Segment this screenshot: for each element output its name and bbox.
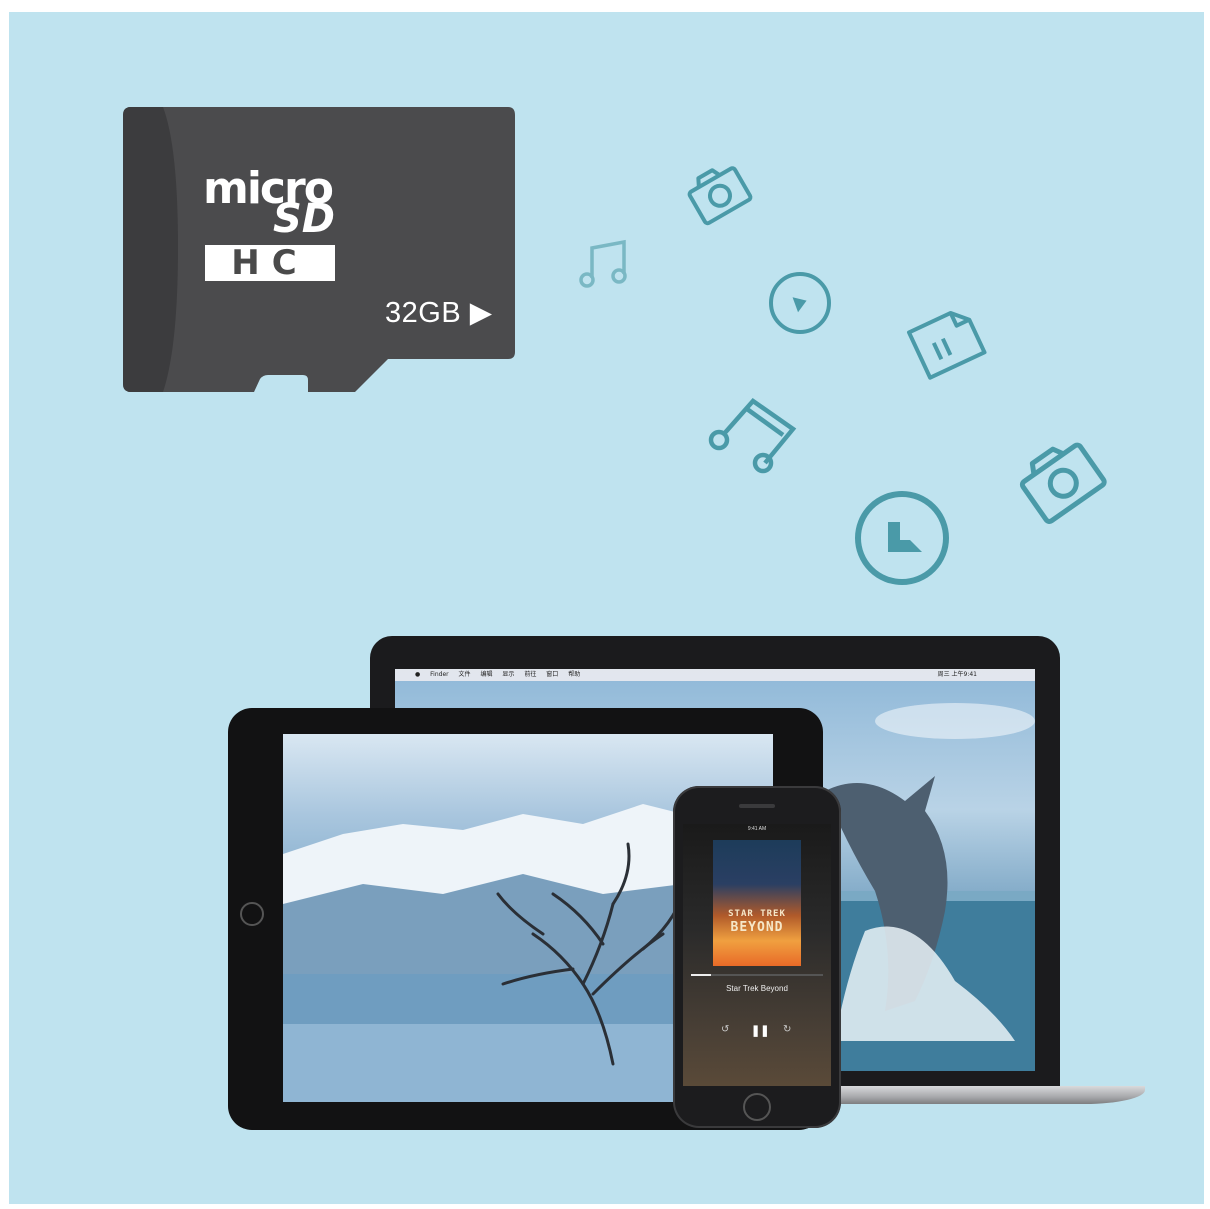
playback-progress-fill xyxy=(691,974,711,976)
album-art: STAR TREK BEYOND xyxy=(713,840,801,966)
music-note-icon xyxy=(578,238,634,292)
phone-status-time: 9:41 AM xyxy=(747,826,767,832)
play-icon xyxy=(767,270,833,336)
document-icon xyxy=(898,300,993,382)
pause-icon[interactable]: ❚❚ xyxy=(751,1024,769,1037)
album-title: STAR TREK BEYOND xyxy=(728,909,786,935)
microsd-logo-hc: HC xyxy=(205,245,335,281)
card-capacity: 32GB ▶ xyxy=(385,297,493,329)
playback-progress[interactable] xyxy=(691,974,823,976)
play-triangle-icon: ▶ xyxy=(469,297,493,329)
music-notes-icon xyxy=(703,395,801,477)
apple-icon: ● xyxy=(415,671,421,678)
tablet-home-button[interactable] xyxy=(240,902,264,926)
camera-icon xyxy=(1012,432,1110,528)
play-icon xyxy=(852,488,952,588)
phone-home-button[interactable] xyxy=(743,1093,771,1121)
microsd-logo-sd: SD xyxy=(273,196,336,242)
menubar-clock: 周三 上午9:41 xyxy=(937,671,977,678)
camera-icon xyxy=(683,158,755,230)
device-group: ● Finder 文件 编辑 显示 前往 窗口 帮助 周三 上午9:41 9:4… xyxy=(225,636,1145,1136)
playback-controls: ↺ ❚❚ ↻ xyxy=(721,1024,793,1038)
phone-screen: 9:41 AM STAR TREK BEYOND Star Trek Beyon… xyxy=(683,824,831,1086)
rewind-icon[interactable]: ↺ xyxy=(721,1024,729,1035)
phone: 9:41 AM STAR TREK BEYOND Star Trek Beyon… xyxy=(673,786,841,1128)
laptop-menubar: ● Finder 文件 编辑 显示 前往 窗口 帮助 周三 上午9:41 xyxy=(395,669,1035,681)
phone-speaker xyxy=(739,804,775,808)
microsd-card: micro SD HC 32GB ▶ xyxy=(123,107,515,392)
song-title: Star Trek Beyond xyxy=(726,984,788,993)
forward-icon[interactable]: ↻ xyxy=(783,1024,791,1035)
